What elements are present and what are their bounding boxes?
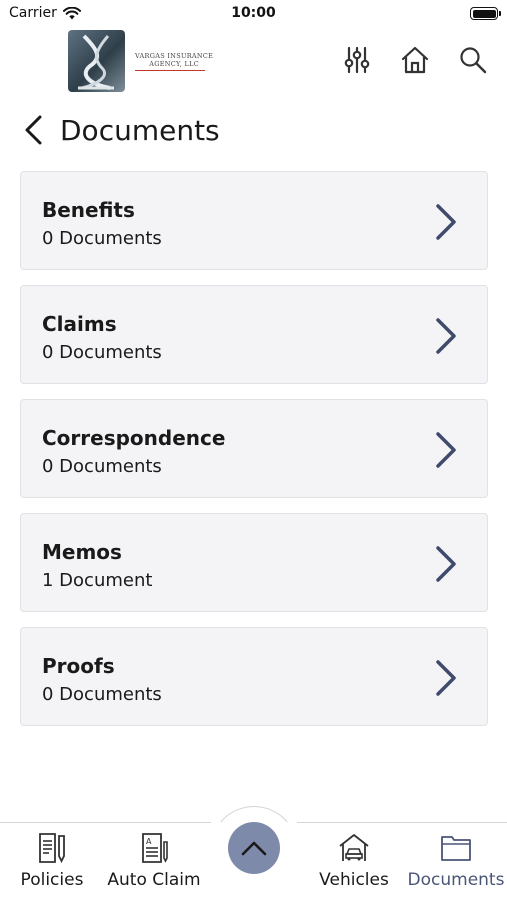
category-count: 0 Documents [42,684,162,705]
claim-form-icon: A [142,833,168,863]
tab-label: Vehicles [319,870,389,890]
status-time: 10:00 [231,5,276,21]
filter-button[interactable] [341,44,373,76]
tab-label: Documents [407,870,505,890]
policy-document-icon [39,833,65,864]
tab-auto-claim[interactable]: A Auto Claim [106,823,202,900]
document-category-claims[interactable]: Claims 0 Documents [20,285,488,384]
logo-line-2: AGENCY, LLC [149,59,200,68]
category-name: Claims [42,312,117,336]
status-bar: Carrier 10:00 [0,0,507,28]
document-category-memos[interactable]: Memos 1 Document [20,513,488,612]
chevron-right-icon [436,432,456,468]
expand-menu-button[interactable] [228,822,280,874]
category-count: 0 Documents [42,456,162,477]
category-name: Correspondence [42,426,226,450]
back-button[interactable] [22,110,48,150]
logo-text: VARGAS INSURANCE AGENCY, LLC [135,52,213,71]
search-button[interactable] [457,44,489,76]
category-name: Proofs [42,654,115,678]
chevron-up-icon [241,841,267,856]
tab-policies[interactable]: Policies [18,823,86,900]
chevron-right-icon [436,204,456,240]
tab-documents[interactable]: Documents [407,823,505,900]
chevron-right-icon [436,660,456,696]
category-count: 0 Documents [42,228,162,249]
category-count: 0 Documents [42,342,162,363]
category-count: 1 Document [42,570,153,591]
tab-label: Auto Claim [107,870,201,890]
svg-text:A: A [146,837,152,846]
agency-logo[interactable]: VARGAS INSURANCE AGENCY, LLC [68,30,213,92]
header-actions [341,44,489,76]
logo-line-1: VARGAS INSURANCE [135,51,214,60]
folder-icon [441,836,471,861]
category-name: Benefits [42,198,135,222]
home-icon [401,46,429,74]
logo-mark-icon [68,30,125,92]
document-category-benefits[interactable]: Benefits 0 Documents [20,171,488,270]
tab-label: Policies [20,870,84,890]
search-icon [460,47,487,74]
document-category-list: Benefits 0 Documents Claims 0 Documents … [20,171,488,741]
sliders-icon [344,46,370,74]
chevron-left-icon [25,115,42,145]
document-category-correspondence[interactable]: Correspondence 0 Documents [20,399,488,498]
home-button[interactable] [399,44,431,76]
app-header: VARGAS INSURANCE AGENCY, LLC [0,28,507,98]
page-header: Documents [22,108,220,152]
chevron-right-icon [436,546,456,582]
garage-car-icon [339,834,369,861]
page-title: Documents [60,113,220,147]
category-name: Memos [42,540,122,564]
document-category-proofs[interactable]: Proofs 0 Documents [20,627,488,726]
chevron-right-icon [436,318,456,354]
tab-vehicles[interactable]: Vehicles [318,823,390,900]
battery-icon [470,7,501,20]
